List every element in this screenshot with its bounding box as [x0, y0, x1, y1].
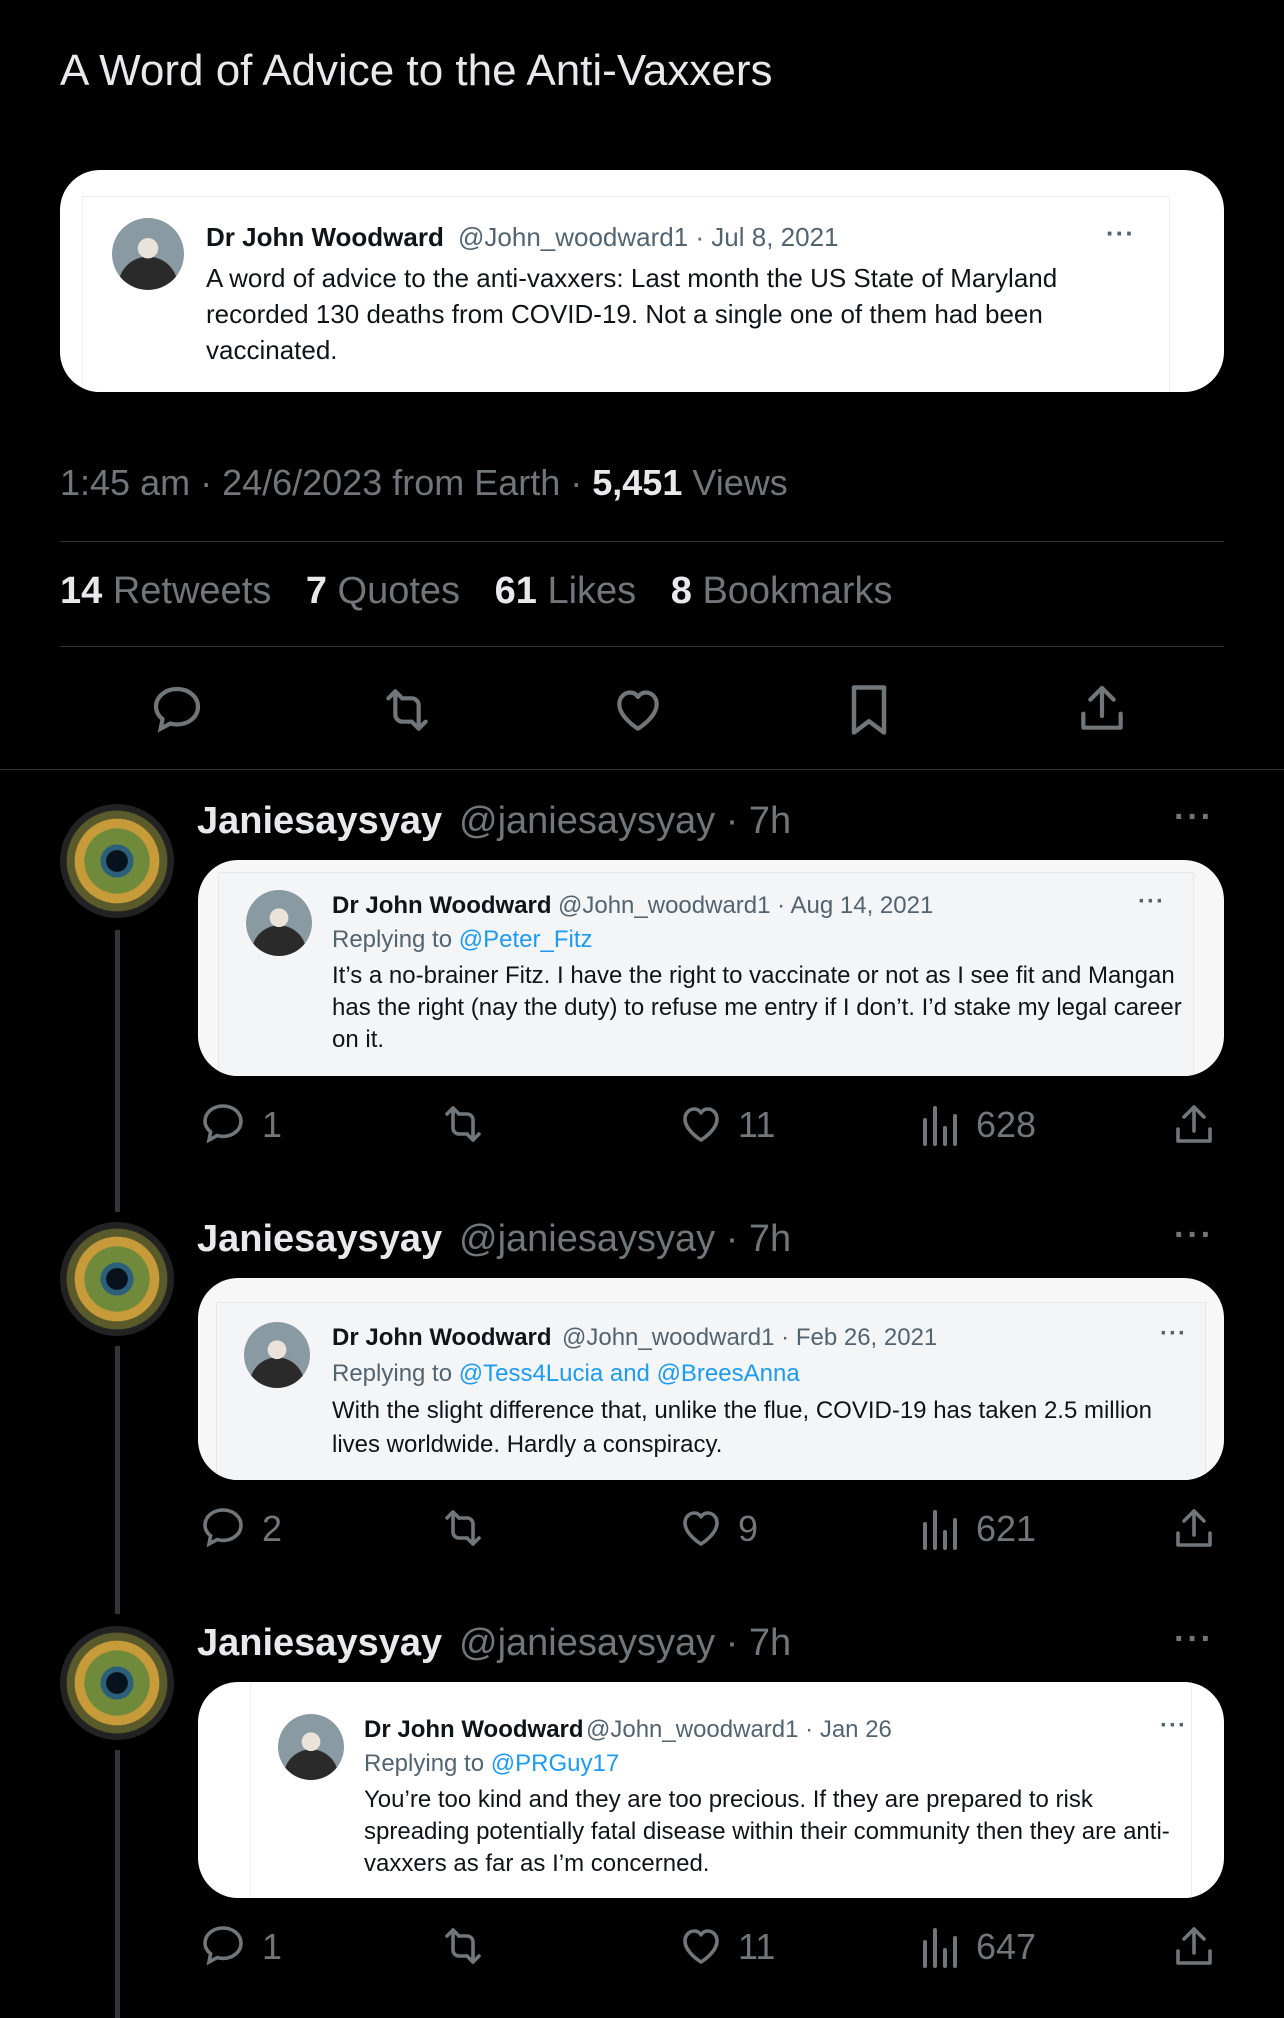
thread-line — [115, 930, 120, 1212]
reply-icon[interactable] — [198, 1922, 248, 1970]
views-icon[interactable] — [918, 1506, 960, 1550]
reply-user-handle: @janiesaysyay · 7h — [459, 800, 792, 842]
embed-tweet-text: A word of advice to the anti-vaxxers: La… — [206, 263, 1058, 365]
reply-user-name[interactable]: Janiesaysyay — [197, 1218, 442, 1261]
replying-to: Replying to @PRGuy17 — [364, 1750, 620, 1777]
engagement-stats: 14 Retweets 7 Quotes 61 Likes 8 Bookmark… — [60, 570, 917, 613]
views-count: 647 — [976, 1926, 1037, 1967]
views-label: Views — [682, 462, 788, 503]
bookmarks-stat[interactable]: 8 Bookmarks — [671, 570, 893, 612]
more-icon: ··· — [1160, 1320, 1187, 1347]
thread-line — [115, 1346, 120, 1614]
embedded-tweet-card: Dr John Woodward @John_woodward1 · Jul 8… — [60, 170, 1224, 392]
share-icon[interactable] — [1170, 1922, 1218, 1972]
quotes-stat[interactable]: 7 Quotes — [306, 570, 460, 612]
embed-tweet-text: It’s a no-brainer Fitz. I have the right… — [332, 962, 1182, 1053]
like-icon[interactable] — [676, 1504, 726, 1552]
avatar — [246, 890, 312, 956]
embed-author-meta: @John_woodward1 · Jul 8, 2021 — [458, 222, 839, 252]
more-icon: ··· — [1106, 218, 1135, 248]
avatar[interactable] — [60, 1626, 174, 1740]
reply-user-name[interactable]: Janiesaysyay — [197, 800, 442, 843]
like-icon[interactable] — [608, 682, 668, 738]
embed-author-name: Dr John Woodward — [206, 222, 444, 252]
share-icon[interactable] — [1170, 1504, 1218, 1554]
avatar — [112, 218, 184, 290]
reply-user-handle: @janiesaysyay · 7h — [459, 1622, 792, 1664]
likes-stat[interactable]: 61 Likes — [495, 570, 637, 612]
reply-icon[interactable] — [148, 682, 206, 738]
more-icon[interactable]: ··· — [1174, 1216, 1214, 1255]
views-count: 5,451 — [592, 462, 683, 503]
reply-user-handle: @janiesaysyay · 7h — [459, 1218, 792, 1260]
embedded-tweet-card: Dr John Woodward @John_woodward1 · Jan 2… — [198, 1682, 1224, 1898]
like-icon[interactable] — [676, 1100, 726, 1148]
embed-tweet-text: With the slight difference that, unlike … — [332, 1397, 1152, 1458]
like-count: 9 — [738, 1508, 759, 1549]
post-time: 1:45 am · 24/6/2023 from Earth · — [60, 462, 593, 503]
embed-tweet-text: You’re too kind and they are too preciou… — [364, 1786, 1170, 1877]
like-icon[interactable] — [676, 1922, 726, 1970]
views-count: 621 — [976, 1508, 1037, 1549]
retweets-stat[interactable]: 14 Retweets — [60, 570, 271, 612]
divider — [60, 541, 1224, 542]
more-icon: ··· — [1160, 1712, 1187, 1739]
reply-icon[interactable] — [198, 1504, 248, 1552]
retweet-icon[interactable] — [434, 1504, 492, 1552]
replying-to: Replying to @Tess4Lucia and @BreesAnna — [332, 1360, 800, 1387]
reply-user-name[interactable]: Janiesaysyay — [197, 1622, 442, 1665]
more-icon[interactable]: ··· — [1174, 798, 1214, 837]
embed-author-name: Dr John Woodward — [332, 1324, 552, 1351]
retweet-icon[interactable] — [374, 682, 440, 738]
embed-author-meta: @John_woodward1 · Jan 26 — [586, 1716, 892, 1743]
embed-author-meta: @John_woodward1 · Aug 14, 2021 — [558, 892, 934, 919]
avatar[interactable] — [60, 1222, 174, 1336]
reply-count: 1 — [262, 1104, 283, 1145]
views-icon[interactable] — [918, 1924, 960, 1968]
replying-to: Replying to @Peter_Fitz — [332, 926, 593, 953]
retweet-icon[interactable] — [434, 1922, 492, 1970]
share-icon[interactable] — [1170, 1100, 1218, 1150]
more-icon: ··· — [1138, 888, 1165, 915]
embed-author-name: Dr John Woodward — [364, 1716, 584, 1743]
embedded-tweet-card: Dr John Woodward @John_woodward1 · Aug 1… — [198, 860, 1224, 1076]
divider — [60, 646, 1224, 647]
avatar[interactable] — [60, 804, 174, 918]
more-icon[interactable]: ··· — [1174, 1620, 1214, 1659]
embed-author-meta: @John_woodward1 · Feb 26, 2021 — [562, 1324, 938, 1351]
reply-count: 2 — [262, 1508, 283, 1549]
reply-count: 1 — [262, 1926, 283, 1967]
bookmark-icon[interactable] — [844, 680, 894, 740]
reply-icon[interactable] — [198, 1100, 248, 1148]
views-icon[interactable] — [918, 1102, 960, 1146]
divider — [0, 769, 1284, 770]
like-count: 11 — [738, 1926, 776, 1967]
embedded-tweet-card: Dr John Woodward @John_woodward1 · Feb 2… — [198, 1278, 1224, 1480]
views-count: 628 — [976, 1104, 1037, 1145]
retweet-icon[interactable] — [434, 1100, 492, 1148]
embed-author-name: Dr John Woodward — [332, 892, 552, 919]
share-icon[interactable] — [1074, 680, 1130, 738]
post-timestamp: 1:45 am · 24/6/2023 from Earth · 5,451 V… — [60, 462, 788, 504]
avatar — [244, 1322, 310, 1388]
like-count: 11 — [738, 1104, 776, 1145]
thread-line — [115, 1750, 120, 2018]
page-title: A Word of Advice to the Anti-Vaxxers — [60, 46, 773, 95]
avatar — [278, 1714, 344, 1780]
